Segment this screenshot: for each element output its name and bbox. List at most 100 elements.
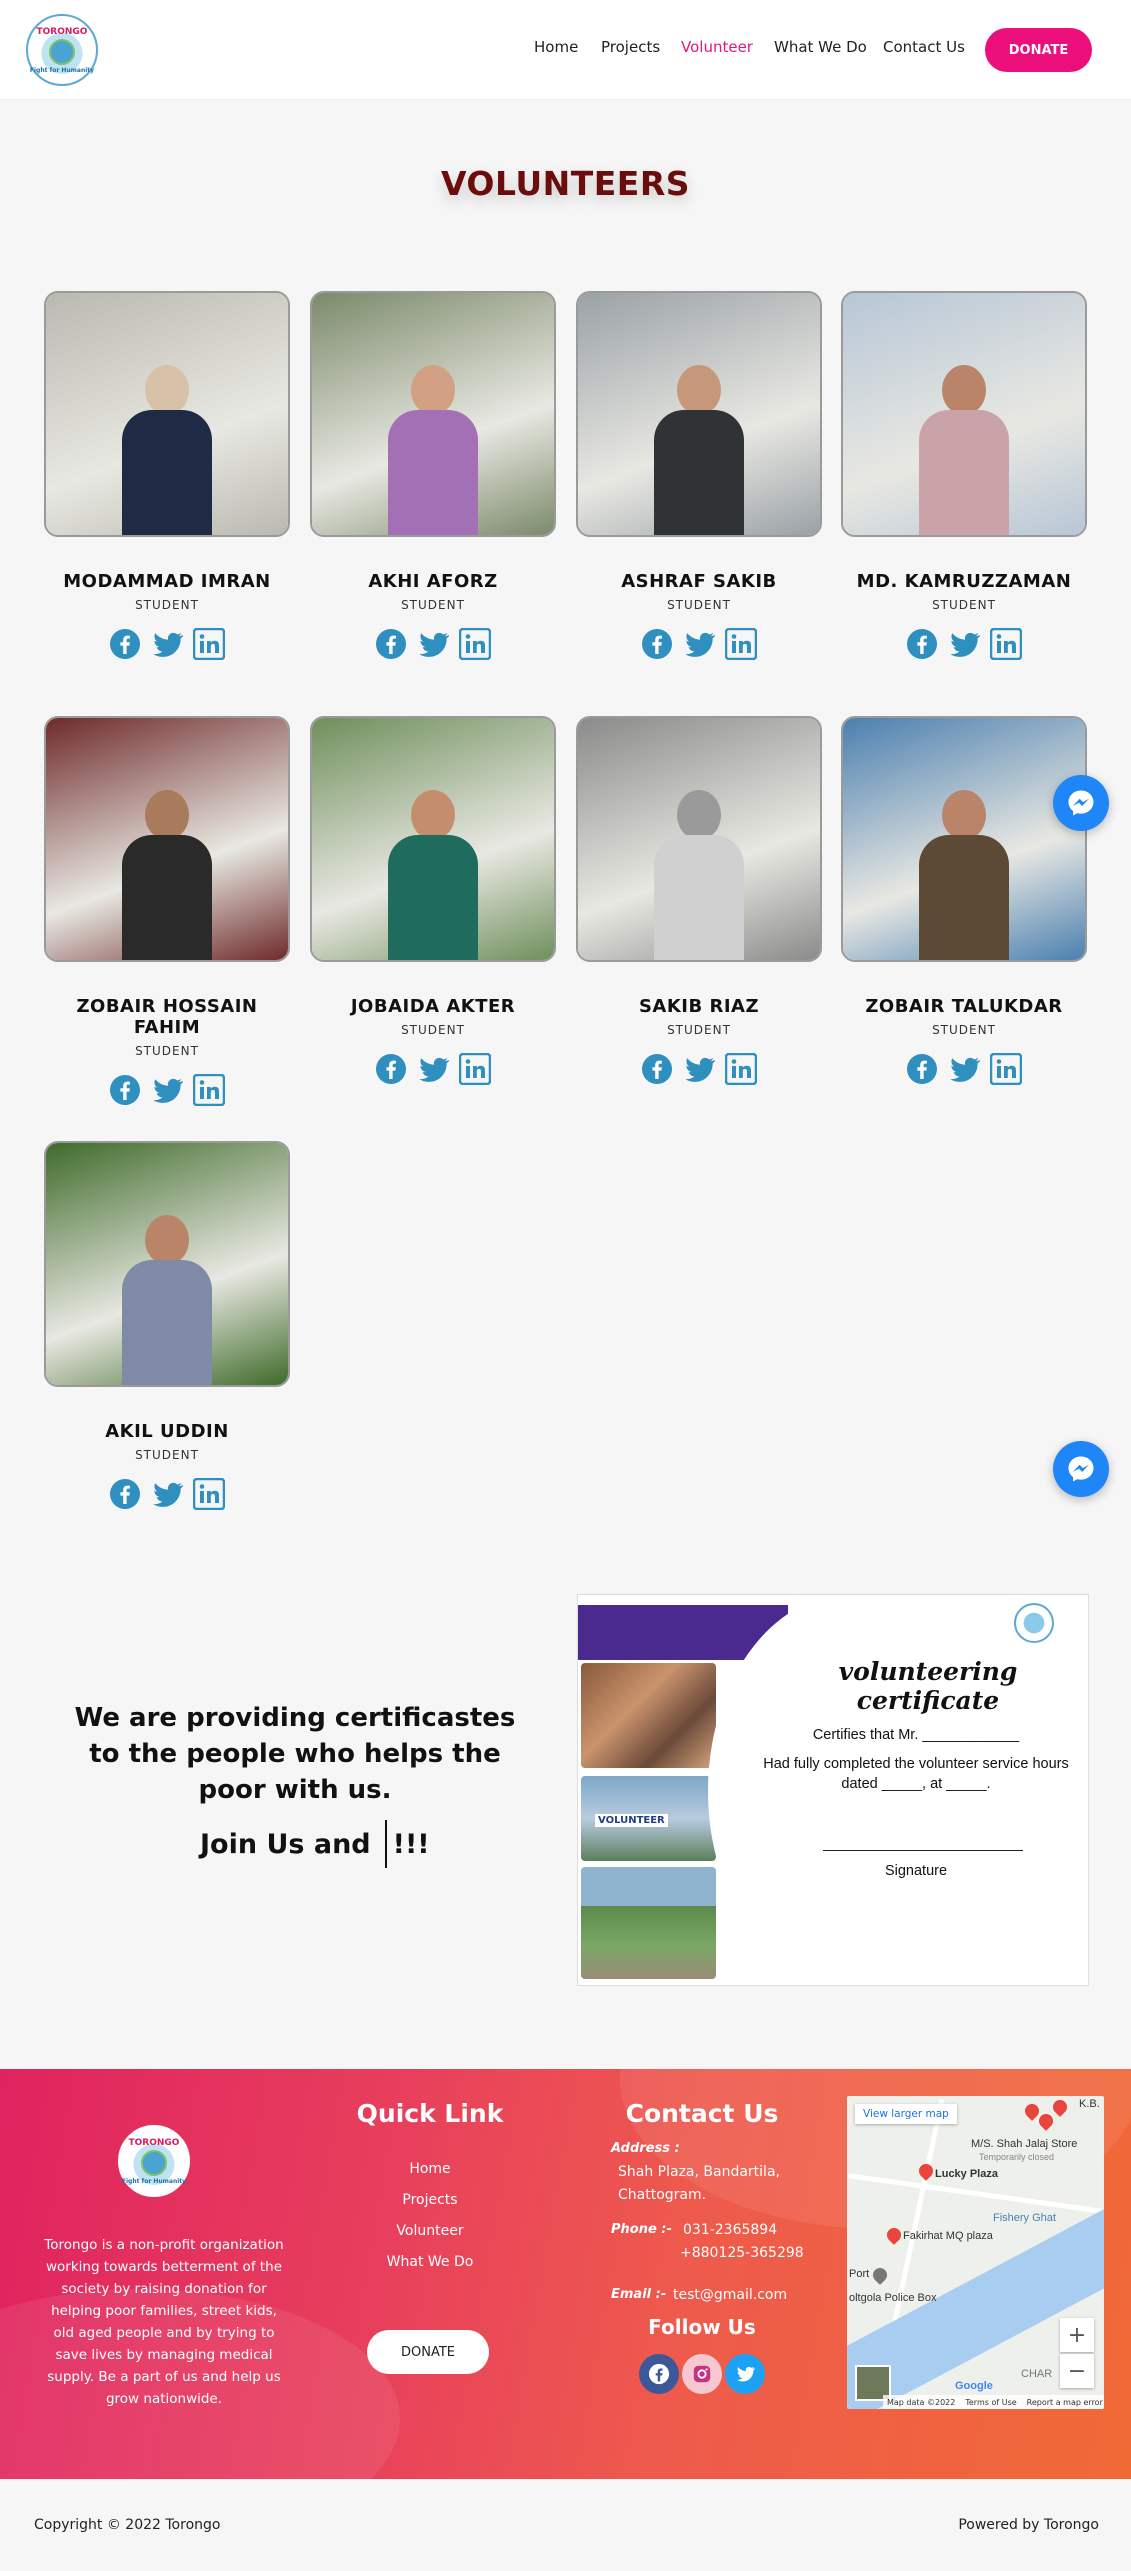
linkedin-icon[interactable] — [724, 627, 758, 661]
nav-home[interactable]: Home — [534, 38, 578, 56]
footer-twitter-button[interactable] — [725, 2354, 765, 2394]
linkedin-icon[interactable] — [192, 1073, 226, 1107]
nav-contact-us[interactable]: Contact Us — [883, 38, 965, 56]
facebook-icon[interactable] — [641, 628, 673, 660]
map-terms-link[interactable]: Terms of Use — [965, 2398, 1016, 2407]
donate-button[interactable]: DONATE — [985, 28, 1092, 72]
team-photo — [581, 1867, 716, 1979]
linkedin-icon[interactable] — [458, 1052, 492, 1086]
facebook-icon[interactable] — [109, 1074, 141, 1106]
site-logo[interactable]: TORONGO Fight for Humanity — [26, 14, 98, 86]
linkedin-icon[interactable] — [989, 1052, 1023, 1086]
footer-logo[interactable]: TORONGO Fight for Humanity — [118, 2125, 190, 2197]
certificate-image: VOLUNTEER volunteering certificate Certi… — [577, 1594, 1089, 1986]
footer-about-text: Torongo is a non-profit organization wor… — [44, 2237, 284, 2407]
twitter-icon[interactable] — [417, 1053, 450, 1085]
linkedin-icon[interactable] — [724, 1052, 758, 1086]
footer-link-what-we-do[interactable]: What We Do — [340, 2254, 520, 2270]
facebook-icon[interactable] — [906, 1053, 938, 1085]
photo-person — [654, 365, 744, 535]
typing-cursor — [384, 1820, 387, 1868]
twitter-icon[interactable] — [151, 1478, 184, 1510]
twitter-icon[interactable] — [151, 628, 184, 660]
volunteer-name: MD. KAMRUZZAMAN — [856, 571, 1072, 592]
volunteer-role: STUDENT — [932, 598, 996, 612]
volunteer-socials — [310, 627, 556, 661]
photo-person — [919, 365, 1009, 535]
footer-instagram-button[interactable] — [682, 2354, 722, 2394]
linkedin-icon[interactable] — [192, 1477, 226, 1511]
photo-head — [411, 365, 455, 415]
twitter-icon[interactable] — [683, 628, 716, 660]
map-attribution: Map data ©2022 Terms of Use Report a map… — [883, 2395, 1104, 2409]
photo-head — [145, 790, 189, 840]
volunteer-photo — [841, 291, 1087, 537]
map-zoom-out-button[interactable]: − — [1060, 2354, 1094, 2388]
facebook-icon[interactable] — [641, 1053, 673, 1085]
map-label: oltgola Police Box — [849, 2292, 937, 2304]
linkedin-icon[interactable] — [458, 627, 492, 661]
twitter-icon[interactable] — [683, 1053, 716, 1085]
facebook-icon[interactable] — [109, 628, 141, 660]
footer-facebook-button[interactable] — [639, 2354, 679, 2394]
linkedin-icon[interactable] — [989, 627, 1023, 661]
volunteer-name: ZOBAIR TALUKDAR — [865, 996, 1063, 1017]
facebook-icon[interactable] — [109, 1478, 141, 1510]
map-pin-icon — [884, 2225, 904, 2245]
footer-donate-button[interactable]: DONATE — [367, 2330, 489, 2374]
nav-projects[interactable]: Projects — [601, 38, 660, 56]
facebook-icon[interactable] — [906, 628, 938, 660]
photo-torso — [919, 410, 1009, 535]
footer-link-volunteer[interactable]: Volunteer — [340, 2223, 520, 2239]
volunteer-card: MD. KAMRUZZAMAN STUDENT — [841, 291, 1087, 661]
join-us-label: Join Us and — [200, 1828, 371, 1860]
view-larger-map-link[interactable]: View larger map — [855, 2104, 957, 2124]
volunteer-socials — [44, 1073, 290, 1107]
follow-us-title: Follow Us — [648, 2315, 756, 2339]
certificate-signature: Signature — [884, 1863, 948, 1879]
globe-icon — [141, 2149, 167, 2176]
photo-torso — [388, 410, 478, 535]
globe-icon — [49, 38, 75, 65]
photo-torso — [654, 410, 744, 535]
page-title: VOLUNTEERS — [440, 164, 691, 203]
footer-link-projects[interactable]: Projects — [340, 2192, 520, 2208]
map-label: Fakirhat MQ plaza — [903, 2230, 993, 2242]
volunteer-photo — [44, 1141, 290, 1387]
map-zoom-in-button[interactable]: + — [1060, 2318, 1094, 2352]
volunteer-name: AKIL UDDIN — [105, 1421, 229, 1442]
map-label: M/S. Shah Jalaj Store — [971, 2138, 1078, 2150]
photo-torso — [122, 1260, 212, 1385]
site-header: TORONGO Fight for Humanity Home Projects… — [0, 0, 1131, 100]
facebook-icon[interactable] — [375, 1053, 407, 1085]
photo-head — [411, 790, 455, 840]
volunteer-role: STUDENT — [667, 1023, 731, 1037]
linkedin-icon[interactable] — [192, 627, 226, 661]
phone-number-2[interactable]: +880125-365298 — [680, 2245, 804, 2261]
facebook-icon — [648, 2363, 670, 2385]
twitter-icon[interactable] — [948, 628, 981, 660]
google-logo: Google — [955, 2380, 993, 2392]
messenger-chat-button-2[interactable] — [1053, 1441, 1109, 1497]
twitter-icon[interactable] — [948, 1053, 981, 1085]
phone-number-1[interactable]: 031-2365894 — [683, 2222, 777, 2238]
address-line-2: Chattogram. — [618, 2187, 707, 2203]
volunteer-name: MODAMMAD IMRAN — [63, 571, 271, 592]
contact-us-title: Contact Us — [625, 2099, 779, 2128]
email-address[interactable]: test@gmail.com — [673, 2287, 787, 2303]
volunteer-role: STUDENT — [401, 1023, 465, 1037]
twitter-icon[interactable] — [151, 1074, 184, 1106]
location-map[interactable]: View larger map K.B. M/S. Shah Jalaj Sto… — [847, 2096, 1104, 2409]
volunteer-card: ZOBAIR TALUKDAR STUDENT — [841, 716, 1087, 1086]
photo-person — [919, 790, 1009, 960]
facebook-icon[interactable] — [375, 628, 407, 660]
nav-volunteer[interactable]: Volunteer — [681, 38, 753, 56]
photo-head — [145, 365, 189, 415]
messenger-chat-button[interactable] — [1053, 775, 1109, 831]
nav-what-we-do[interactable]: What We Do — [774, 38, 867, 56]
certificate-heading: volunteering certificate — [838, 1657, 1018, 1715]
twitter-icon[interactable] — [417, 628, 450, 660]
map-report-link[interactable]: Report a map error — [1027, 2398, 1103, 2407]
footer-link-home[interactable]: Home — [340, 2161, 520, 2177]
powered-by-text: Powered by Torongo — [958, 2517, 1099, 2533]
